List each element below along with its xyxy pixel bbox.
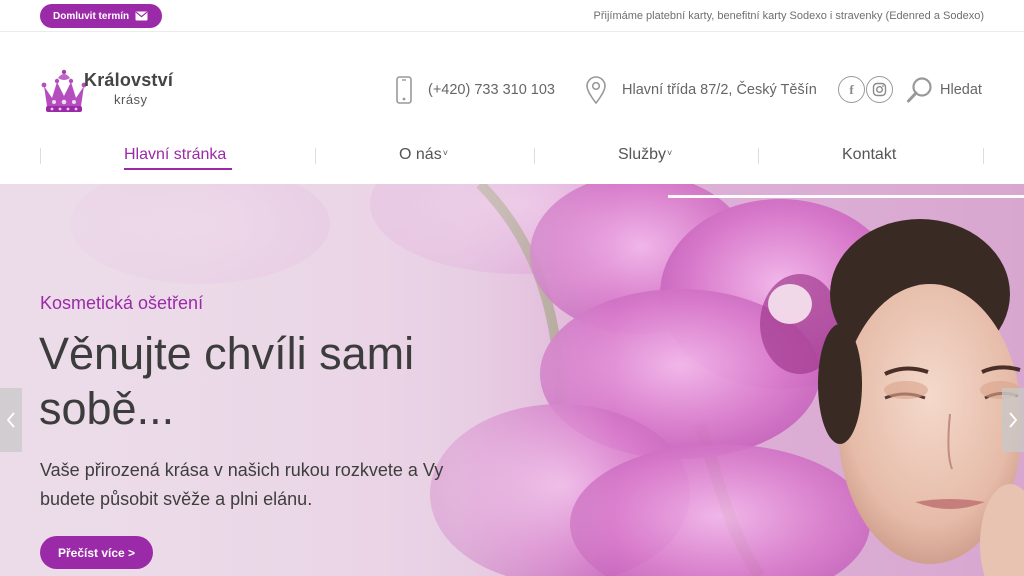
top-bar: Domluvit termín Přijímáme platební karty… (0, 0, 1024, 32)
nav-divider (534, 148, 535, 164)
facebook-link[interactable]: f (838, 76, 865, 103)
logo-subtitle: krásy (114, 92, 148, 107)
hero-slider: Kosmetická ošetření Věnujte chvíli sami … (0, 184, 1024, 576)
site-logo[interactable]: Království krásy (40, 68, 190, 116)
instagram-icon (872, 82, 887, 97)
payments-note: Přijímáme platební karty, benefitní kart… (593, 10, 985, 22)
slider-next-button[interactable] (1002, 388, 1024, 452)
chevron-down-icon: ˅ (442, 148, 448, 158)
slider-prev-button[interactable] (0, 388, 22, 452)
read-more-button[interactable]: Přečíst více > (40, 536, 154, 569)
crown-logo-icon (41, 69, 87, 112)
book-appointment-button[interactable]: Domluvit termín (40, 4, 163, 28)
search-label: Hledat (940, 82, 982, 98)
chevron-left-icon (6, 412, 15, 428)
logo-title: Království (84, 70, 174, 90)
phone-icon (396, 76, 412, 104)
nav-item-contact[interactable]: Kontakt (842, 146, 896, 164)
address-text: Hlavní třída 87/2, Český Těšín (622, 82, 817, 98)
site-header: Království krásy (+420) 733 310 103 Hlav… (0, 32, 1024, 184)
envelope-icon (135, 11, 148, 21)
hero-eyebrow: Kosmetická ošetření (40, 293, 204, 313)
nav-divider (758, 148, 759, 164)
slider-progress-bar (668, 195, 1024, 198)
nav-divider (983, 148, 984, 164)
chevron-down-icon: ˅ (667, 148, 673, 158)
search-icon (907, 77, 932, 103)
nav-item-home[interactable]: Hlavní stránka (124, 146, 226, 164)
map-pin-icon (586, 76, 606, 104)
hero-text: Vaše přirozená krása v našich rukou rozk… (40, 460, 444, 509)
phone-number: (+420) 733 310 103 (428, 82, 555, 98)
address-contact[interactable]: Hlavní třída 87/2, Český Těšín (584, 76, 817, 104)
nav-item-label: Hlavní stránka (124, 146, 227, 163)
nav-item-label: Kontakt (842, 146, 897, 163)
nav-divider (315, 148, 316, 164)
nav-item-label: Služby (618, 146, 667, 163)
nav-item-about[interactable]: O nás˅ (399, 146, 448, 164)
book-appointment-label: Domluvit termín (53, 10, 130, 22)
facebook-icon: f (849, 81, 854, 97)
nav-item-label: O nás (399, 146, 442, 163)
nav-item-services[interactable]: Služby˅ (618, 146, 672, 164)
nav-active-underline (124, 168, 232, 170)
main-nav: Hlavní stránka O nás˅ Služby˅ Kontakt (40, 142, 984, 172)
hero-title: Věnujte chvíli sami sobě... (39, 328, 415, 434)
phone-contact[interactable]: (+420) 733 310 103 (394, 76, 555, 104)
nav-divider (40, 148, 41, 164)
chevron-right-icon (1009, 412, 1018, 428)
search-button[interactable]: Hledat (906, 76, 982, 104)
instagram-link[interactable] (866, 76, 893, 103)
